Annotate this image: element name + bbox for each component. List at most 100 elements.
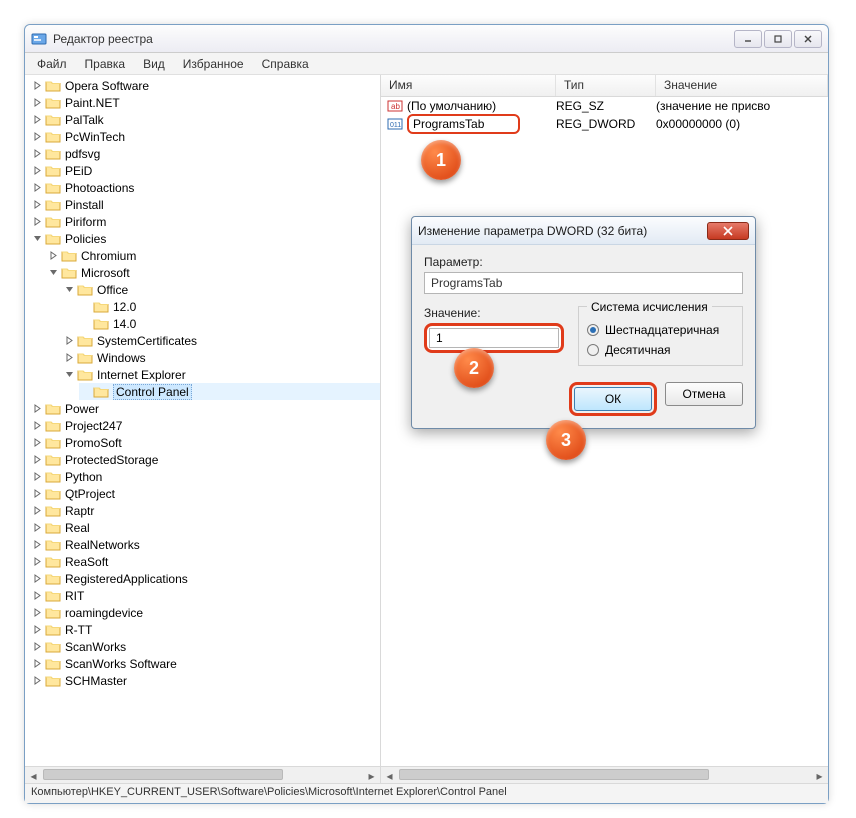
expand-icon[interactable] — [31, 488, 43, 500]
tree-node[interactable]: Project247 — [31, 417, 380, 434]
folder-icon — [45, 232, 61, 246]
menu-file[interactable]: Файл — [29, 55, 75, 73]
list-body[interactable]: ab (По умолчанию) REG_SZ (значение не пр… — [381, 97, 828, 766]
tree-node[interactable]: Python — [31, 468, 380, 485]
tree-node[interactable]: roamingdevice — [31, 604, 380, 621]
tree-node[interactable]: Raptr — [31, 502, 380, 519]
expand-icon[interactable] — [31, 148, 43, 160]
value-field[interactable] — [429, 328, 559, 348]
minimize-button[interactable] — [734, 30, 762, 48]
folder-icon — [45, 521, 61, 535]
expand-icon[interactable] — [47, 250, 59, 262]
menu-edit[interactable]: Правка — [77, 55, 134, 73]
expand-icon[interactable] — [31, 131, 43, 143]
tree-node[interactable]: Policies — [31, 230, 380, 247]
expand-icon[interactable] — [31, 658, 43, 670]
close-button[interactable] — [794, 30, 822, 48]
expand-icon[interactable] — [31, 539, 43, 551]
tree-node[interactable]: ScanWorks — [31, 638, 380, 655]
col-type[interactable]: Тип — [556, 75, 656, 96]
menu-help[interactable]: Справка — [254, 55, 317, 73]
collapse-icon[interactable] — [63, 284, 75, 296]
tree-node[interactable]: Microsoft — [47, 264, 380, 281]
tree-node[interactable]: RIT — [31, 587, 380, 604]
expand-icon[interactable] — [31, 573, 43, 585]
tree-node[interactable]: Piriform — [31, 213, 380, 230]
list-hscroll[interactable]: ◂ ▸ — [381, 766, 828, 783]
expand-icon[interactable] — [31, 437, 43, 449]
tree-node[interactable]: 12.0 — [79, 298, 380, 315]
cancel-button[interactable]: Отмена — [665, 382, 743, 406]
expand-icon[interactable] — [31, 216, 43, 228]
tree-node[interactable]: ReaSoft — [31, 553, 380, 570]
tree-node[interactable]: QtProject — [31, 485, 380, 502]
tree-node[interactable]: PromoSoft — [31, 434, 380, 451]
list-columns[interactable]: Имя Тип Значение — [381, 75, 828, 97]
expand-icon[interactable] — [31, 199, 43, 211]
tree-node[interactable]: RealNetworks — [31, 536, 380, 553]
tree-node[interactable]: R-TT — [31, 621, 380, 638]
expand-icon[interactable] — [31, 114, 43, 126]
tree-node[interactable]: Windows — [63, 349, 380, 366]
tree-node[interactable]: Real — [31, 519, 380, 536]
radio-hex[interactable]: Шестнадцатеричная — [587, 323, 734, 337]
menu-favorites[interactable]: Избранное — [175, 55, 252, 73]
tree-node[interactable]: ProtectedStorage — [31, 451, 380, 468]
tree-node[interactable]: 14.0 — [79, 315, 380, 332]
expand-icon[interactable] — [31, 165, 43, 177]
expand-icon[interactable] — [31, 80, 43, 92]
tree-node[interactable]: pdfsvg — [31, 145, 380, 162]
registry-tree[interactable]: Opera SoftwarePaint.NETPalTalkPcWinTechp… — [25, 75, 380, 766]
expand-icon[interactable] — [31, 454, 43, 466]
folder-icon — [77, 334, 93, 348]
expand-icon[interactable] — [31, 97, 43, 109]
tree-node[interactable]: SCHMaster — [31, 672, 380, 689]
tree-node[interactable]: PEiD — [31, 162, 380, 179]
statusbar: Компьютер\HKEY_CURRENT_USER\Software\Pol… — [25, 783, 828, 803]
expand-icon[interactable] — [63, 335, 75, 347]
expand-icon[interactable] — [63, 352, 75, 364]
tree-node[interactable]: Photoactions — [31, 179, 380, 196]
dialog-titlebar[interactable]: Изменение параметра DWORD (32 бита) — [412, 217, 755, 245]
tree-node[interactable]: SystemCertificates — [63, 332, 380, 349]
tree-node[interactable]: Power — [31, 400, 380, 417]
tree-node[interactable]: Internet Explorer — [63, 366, 380, 383]
dialog-close-button[interactable] — [707, 222, 749, 240]
expand-icon[interactable] — [31, 607, 43, 619]
tree-node[interactable]: PcWinTech — [31, 128, 380, 145]
ok-button[interactable]: ОК — [574, 387, 652, 411]
list-row-default[interactable]: ab (По умолчанию) REG_SZ (значение не пр… — [381, 97, 828, 115]
collapse-icon[interactable] — [47, 267, 59, 279]
expand-icon[interactable] — [31, 590, 43, 602]
expand-icon[interactable] — [31, 522, 43, 534]
tree-node[interactable]: Chromium — [47, 247, 380, 264]
col-name[interactable]: Имя — [381, 75, 556, 96]
tree-node[interactable]: Office — [63, 281, 380, 298]
col-value[interactable]: Значение — [656, 75, 828, 96]
list-row-programstab[interactable]: 011 ProgramsTab REG_DWORD 0x00000000 (0) — [381, 115, 828, 133]
value-data: 0x00000000 (0) — [656, 117, 828, 131]
tree-node[interactable]: Opera Software — [31, 77, 380, 94]
tree-node[interactable]: Paint.NET — [31, 94, 380, 111]
expand-icon[interactable] — [31, 471, 43, 483]
tree-node[interactable]: ScanWorks Software — [31, 655, 380, 672]
expand-icon[interactable] — [31, 505, 43, 517]
expand-icon[interactable] — [31, 420, 43, 432]
tree-node[interactable]: RegisteredApplications — [31, 570, 380, 587]
titlebar[interactable]: Редактор реестра — [25, 25, 828, 53]
expand-icon[interactable] — [31, 556, 43, 568]
expand-icon[interactable] — [31, 641, 43, 653]
collapse-icon[interactable] — [63, 369, 75, 381]
expand-icon[interactable] — [31, 403, 43, 415]
menu-view[interactable]: Вид — [135, 55, 173, 73]
tree-node[interactable]: Pinstall — [31, 196, 380, 213]
expand-icon[interactable] — [31, 675, 43, 687]
expand-icon[interactable] — [31, 182, 43, 194]
expand-icon[interactable] — [31, 624, 43, 636]
collapse-icon[interactable] — [31, 233, 43, 245]
tree-hscroll[interactable]: ◂ ▸ — [25, 766, 380, 783]
maximize-button[interactable] — [764, 30, 792, 48]
tree-node-selected[interactable]: Control Panel — [79, 383, 380, 400]
radio-dec[interactable]: Десятичная — [587, 343, 734, 357]
tree-node[interactable]: PalTalk — [31, 111, 380, 128]
